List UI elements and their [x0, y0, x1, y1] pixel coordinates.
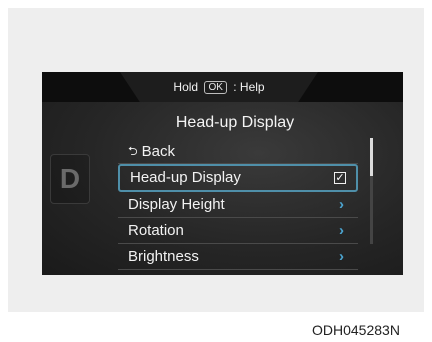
menu-item-label: Display Height: [128, 196, 225, 213]
scrollbar[interactable]: [370, 138, 373, 244]
drive-mode-indicator: D: [50, 154, 90, 204]
back-arrow-icon: ⮌: [128, 144, 138, 158]
menu-item-display-height[interactable]: Display Height ›: [118, 192, 358, 218]
menu-item-brightness[interactable]: Brightness ›: [118, 244, 358, 270]
help-hint: Hold OK : Help: [120, 72, 318, 102]
chevron-right-icon: ›: [339, 248, 344, 265]
menu-item-head-up-display[interactable]: Head-up Display ✓: [118, 164, 358, 192]
checkbox-checked-icon[interactable]: ✓: [334, 172, 346, 184]
cluster-display: Hold OK : Help D Head-up Display ⮌ Back H…: [42, 72, 403, 275]
ok-key-icon: OK: [204, 81, 227, 94]
menu-title: Head-up Display: [175, 114, 295, 131]
header-bar: Hold OK : Help: [42, 72, 403, 102]
hold-label: Hold: [173, 80, 199, 94]
chevron-right-icon: ›: [339, 196, 344, 213]
menu-item-label: Head-up Display: [130, 169, 241, 186]
figure-code: ODH045283N: [312, 322, 400, 338]
back-label: Back: [141, 143, 175, 160]
help-label: : Help: [233, 80, 265, 94]
menu-item-label: Brightness: [128, 248, 199, 265]
scrollbar-thumb[interactable]: [370, 138, 373, 176]
chevron-right-icon: ›: [339, 222, 344, 239]
settings-menu: ⮌ Back Head-up Display ✓ Display Height ›…: [118, 138, 358, 270]
back-item[interactable]: ⮌ Back: [118, 138, 358, 164]
menu-item-rotation[interactable]: Rotation ›: [118, 218, 358, 244]
menu-item-label: Rotation: [128, 222, 184, 239]
